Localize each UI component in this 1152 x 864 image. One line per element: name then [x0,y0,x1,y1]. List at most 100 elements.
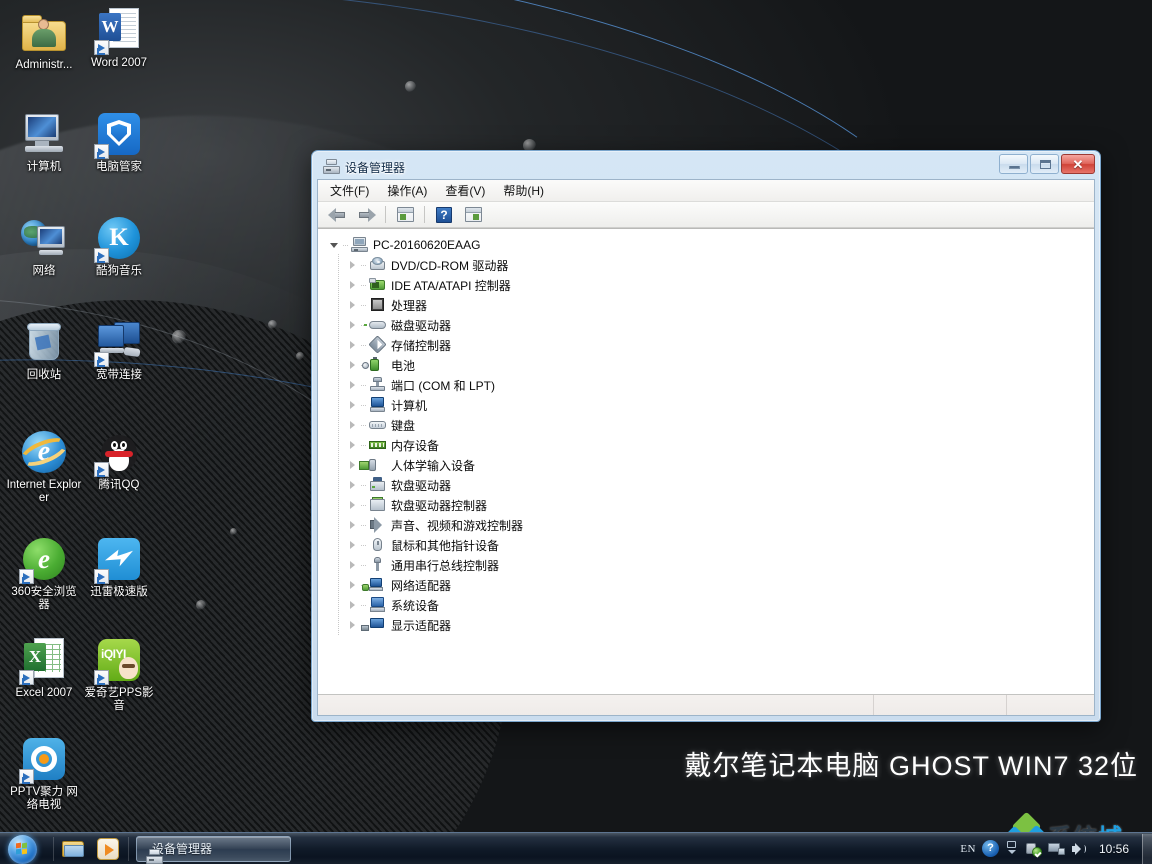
desktop-icon-360[interactable]: 360安全浏览器 [6,535,82,612]
expand-toggle-icon[interactable] [346,339,359,352]
network-icon[interactable] [1048,841,1065,857]
tree-root-row[interactable]: PC-20160620EAAG [326,235,1094,255]
window-control-buttons: ✕ [999,154,1095,174]
desktop-icon-ie[interactable]: eInternet Explorer [6,428,82,505]
desktop-icon-bin[interactable]: 回收站 [6,318,82,382]
tree-item[interactable]: 通用串行总线控制器 [326,555,1094,575]
show-desktop-button[interactable] [1142,834,1152,864]
desktop-banner-text: 戴尔笔记本电脑 GHOST WIN7 32位 [684,744,1138,783]
pptv-icon [20,735,68,783]
device-tree-panel[interactable]: PC-20160620EAAG DVD/CD-ROM 驱动器IDE ATA/AT… [318,228,1094,694]
forward-arrow-icon [357,208,376,222]
status-bar-cell-a [873,695,1006,715]
tree-item[interactable]: 端口 (COM 和 LPT) [326,375,1094,395]
desktop-icon-computer[interactable]: 计算机 [6,110,82,174]
start-button[interactable] [2,834,50,864]
desktop-icon-qq[interactable]: 腾讯QQ [81,428,157,492]
expand-toggle-icon[interactable] [346,499,359,512]
expand-toggle-icon[interactable] [346,579,359,592]
expand-toggle-icon[interactable] [346,259,359,272]
desktop-icon-shield[interactable]: 电脑管家 [81,110,157,174]
quick-launch-explorer[interactable] [57,834,91,864]
menu-file[interactable]: 文件(F) [322,179,377,202]
toolbar-separator-2 [424,206,425,223]
volume-icon[interactable] [1071,841,1088,857]
tree-item[interactable]: 内存设备 [326,435,1094,455]
tree-item[interactable]: 网络适配器 [326,575,1094,595]
desktop-icon-kugou[interactable]: K酷狗音乐 [81,214,157,278]
expand-toggle-icon[interactable] [346,519,359,532]
menu-help[interactable]: 帮助(H) [495,179,552,202]
expand-toggle-icon[interactable] [346,299,359,312]
minimize-button[interactable] [999,154,1028,174]
action-center-icon[interactable] [1025,840,1042,857]
tree-connector [361,545,367,546]
ports-icon [369,377,386,393]
menu-view[interactable]: 查看(V) [437,179,493,202]
tray-help-icon[interactable]: ? [982,840,999,857]
tree-item[interactable]: 电池 [326,355,1094,375]
windows-flag-icon [16,843,29,855]
desktop-icon-excel[interactable]: XExcel 2007 [6,636,82,700]
quick-launch-media-player[interactable] [91,834,125,864]
device-manager-window[interactable]: 设备管理器 ✕ 文件(F)操作(A)查看(V)帮助(H) ? [311,150,1101,722]
expand-toggle-icon[interactable] [346,279,359,292]
maximize-button[interactable] [1030,154,1059,174]
clock[interactable]: 10:56 [1094,842,1132,856]
desktop-icon-word[interactable]: WWord 2007 [81,6,157,70]
tree-item[interactable]: 磁盘驱动器 [326,315,1094,335]
shortcut-overlay-icon [94,144,109,159]
desktop-icon-broadband[interactable]: 宽带连接 [81,318,157,382]
expand-toggle-icon[interactable] [346,399,359,412]
word-icon: W [95,6,143,54]
window-titlebar[interactable]: 设备管理器 ✕ [317,155,1095,179]
help-button[interactable]: ? [431,204,457,226]
desktop-icon-folder-user[interactable]: Administr... [6,8,82,72]
tree-item[interactable]: IDE ATA/ATAPI 控制器 [326,275,1094,295]
expand-toggle-icon[interactable] [346,379,359,392]
expand-toggle-icon[interactable] [346,419,359,432]
menu-action[interactable]: 操作(A) [379,179,435,202]
desktop-icon-label: 计算机 [27,161,62,174]
expand-toggle-icon[interactable] [346,319,359,332]
language-indicator[interactable]: EN [960,843,976,855]
expand-toggle-icon[interactable] [346,439,359,452]
expand-toggle-icon[interactable] [346,559,359,572]
iqiyi-icon: iQIYI [95,636,143,684]
tree-item[interactable]: 显示适配器 [326,615,1094,635]
tray-expand-icon[interactable] [1005,840,1019,858]
tree-item[interactable]: 软盘驱动器 [326,475,1094,495]
expand-toggle-icon[interactable] [328,239,341,252]
expand-toggle-icon[interactable] [346,539,359,552]
tree-item[interactable]: DVD/CD-ROM 驱动器 [326,255,1094,275]
back-button[interactable] [324,204,350,226]
tree-item[interactable]: 鼠标和其他指针设备 [326,535,1094,555]
expand-toggle-icon[interactable] [346,479,359,492]
tree-item[interactable]: 计算机 [326,395,1094,415]
desktop-icon-thunder[interactable]: 迅雷极速版 [81,535,157,599]
tree-item[interactable]: 人体学输入设备 [326,455,1094,475]
tree-item[interactable]: 声音、视频和游戏控制器 [326,515,1094,535]
expand-toggle-icon[interactable] [346,599,359,612]
close-button[interactable]: ✕ [1061,154,1095,174]
disk-drive-icon [369,317,386,333]
desktop-icon-pptv[interactable]: PPTV聚力 网络电视 [6,735,82,812]
close-icon: ✕ [1062,155,1094,173]
expand-toggle-icon[interactable] [346,619,359,632]
tree-item-label: 存储控制器 [391,337,451,354]
tree-item[interactable]: 软盘驱动器控制器 [326,495,1094,515]
tree-item[interactable]: 系统设备 [326,595,1094,615]
expand-toggle-icon[interactable] [346,459,359,472]
properties-panel-button[interactable] [460,204,486,226]
expand-toggle-icon[interactable] [346,359,359,372]
tree-item[interactable]: 键盘 [326,415,1094,435]
taskbar[interactable]: 设备管理器 EN ? 10:56 [0,832,1152,864]
tree-item[interactable]: 处理器 [326,295,1094,315]
show-console-tree-button[interactable] [392,204,418,226]
tree-item[interactable]: 存储控制器 [326,335,1094,355]
taskbar-button-device-manager[interactable]: 设备管理器 [136,836,291,862]
forward-button[interactable] [353,204,379,226]
kugou-icon: K [95,214,143,262]
desktop-icon-iqiyi[interactable]: iQIYI爱奇艺PPS影音 [81,636,157,713]
desktop-icon-network[interactable]: 网络 [6,214,82,278]
